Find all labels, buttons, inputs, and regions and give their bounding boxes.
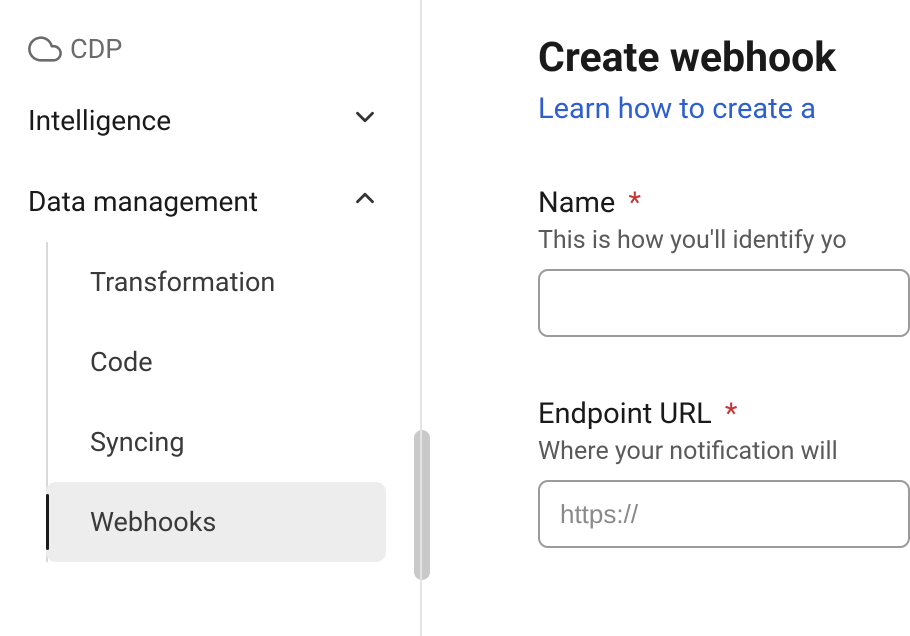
- chevron-up-icon: [350, 183, 380, 220]
- required-indicator: *: [725, 397, 738, 431]
- vertical-divider: [410, 0, 438, 636]
- field-label-row: Name *: [538, 186, 910, 220]
- field-help-text: This is how you'll identify yo: [538, 226, 910, 255]
- field-label-row: Endpoint URL *: [538, 397, 910, 431]
- page-title: Create webhook: [538, 34, 910, 82]
- sidebar: CDP Intelligence Data management Transfo…: [0, 0, 410, 636]
- cloud-icon: [28, 32, 70, 66]
- main-content: Create webhook Learn how to create a Nam…: [438, 0, 910, 636]
- sidebar-item-webhooks[interactable]: Webhooks: [46, 482, 386, 562]
- sidebar-item-label: Webhooks: [90, 506, 216, 538]
- sidebar-section-data-management[interactable]: Data management: [28, 161, 410, 242]
- sidebar-item-label: CDP: [70, 33, 410, 65]
- sidebar-item-code[interactable]: Code: [46, 322, 386, 402]
- field-name: Name * This is how you'll identify yo: [538, 186, 910, 337]
- sidebar-section-label: Intelligence: [28, 104, 350, 137]
- sidebar-section-label: Data management: [28, 185, 350, 218]
- sidebar-subitems-data-management: Transformation Code Syncing Webhooks: [46, 242, 410, 562]
- field-endpoint-url: Endpoint URL * Where your notification w…: [538, 397, 910, 548]
- endpoint-url-input[interactable]: [538, 480, 910, 548]
- sidebar-item-label: Code: [90, 346, 153, 378]
- field-label: Endpoint URL: [538, 397, 712, 431]
- sidebar-item-syncing[interactable]: Syncing: [46, 402, 386, 482]
- required-indicator: *: [628, 186, 641, 220]
- sidebar-item-transformation[interactable]: Transformation: [46, 242, 386, 322]
- sidebar-section-intelligence[interactable]: Intelligence: [28, 80, 410, 161]
- chevron-down-icon: [350, 102, 380, 139]
- sidebar-item-cdp[interactable]: CDP: [28, 18, 410, 80]
- name-input[interactable]: [538, 269, 910, 337]
- sidebar-item-label: Syncing: [90, 426, 185, 458]
- field-label: Name: [538, 186, 615, 220]
- field-help-text: Where your notification will: [538, 437, 910, 466]
- sidebar-item-label: Transformation: [90, 266, 275, 298]
- help-link[interactable]: Learn how to create a: [538, 92, 910, 126]
